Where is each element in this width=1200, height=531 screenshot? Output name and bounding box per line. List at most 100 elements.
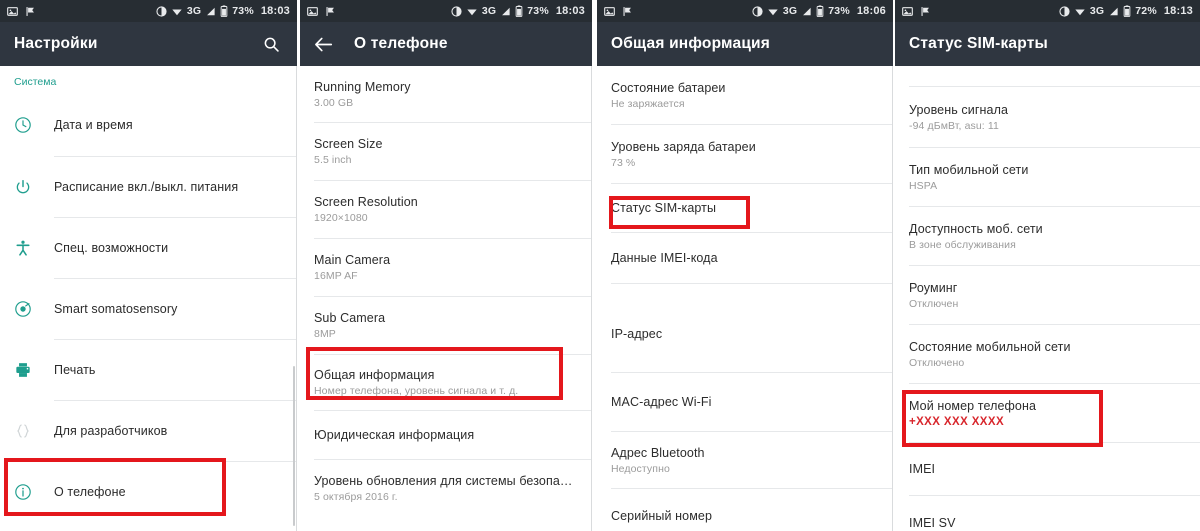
sidebar-item-label: Smart somatosensory xyxy=(54,302,178,316)
sim-status-list[interactable]: Уровень сигнала -94 дБмВт, asu: 11 Тип м… xyxy=(895,66,1200,531)
clock-label: 18:03 xyxy=(555,5,585,17)
item-title: Доступность моб. сети xyxy=(909,221,1043,236)
list-item[interactable]: IMEI SV xyxy=(895,496,1200,531)
network-type-label: 3G xyxy=(782,5,798,17)
panel-general-info: 3G 73% 18:06 Общая информация Состояние … xyxy=(597,0,893,531)
list-item[interactable]: Screen Size 5.5 inch xyxy=(300,123,592,180)
list-item[interactable]: Адрес Bluetooth Недоступно xyxy=(597,432,893,488)
list-item-general-info[interactable]: Общая информация Номер телефона, уровень… xyxy=(300,355,592,410)
item-title: Sub Camera xyxy=(314,311,386,325)
list-item[interactable]: Уровень обновления для системы безопа… 5… xyxy=(300,460,592,516)
sidebar-item-smart-somatosensory[interactable]: Smart somatosensory xyxy=(0,279,297,339)
network-type-label: 3G xyxy=(186,5,202,17)
list-item[interactable]: Состояние батареи Не заряжается xyxy=(597,66,893,124)
list-item[interactable]: Данные IMEI-кода xyxy=(597,233,893,283)
sidebar-item-print[interactable]: Печать xyxy=(0,340,297,400)
screenshot-root: 3G 73% 18:03 Настройки Система Дата и вр… xyxy=(0,0,1200,531)
signal-bars-icon xyxy=(205,6,216,17)
clock-label: 18:13 xyxy=(1163,5,1193,17)
general-info-list[interactable]: Состояние батареи Не заряжается Уровень … xyxy=(597,66,893,531)
do-not-disturb-icon xyxy=(156,5,167,17)
item-title: Юридическая информация xyxy=(314,428,475,442)
page-title: Статус SIM-карты xyxy=(909,35,1048,52)
battery-percent-label: 73% xyxy=(828,5,850,17)
panel-sim-status: 3G 72% 18:13 Статус SIM-карты Уровень си… xyxy=(895,0,1200,531)
list-item[interactable]: MAC-адрес Wi-Fi xyxy=(597,373,893,431)
sidebar-item-label: Расписание вкл./выкл. питания xyxy=(54,180,239,194)
item-subtitle: 5.5 inch xyxy=(314,154,352,166)
wifi-icon xyxy=(1074,6,1086,17)
item-title: IP-адрес xyxy=(611,327,663,341)
list-item[interactable]: Уровень заряда батареи 73 % xyxy=(597,125,893,183)
sidebar-item-label: Дата и время xyxy=(54,118,133,132)
sidebar-item-label: Для разработчиков xyxy=(54,424,168,438)
item-title: Running Memory xyxy=(314,79,411,94)
braces-icon xyxy=(14,422,54,440)
item-title: Мой номер телефона xyxy=(909,398,1037,413)
list-item-my-phone-number[interactable]: Мой номер телефона +XXX XXX XXXX xyxy=(895,384,1200,442)
item-subtitle: 8MP xyxy=(314,328,336,340)
list-item[interactable]: Screen Resolution 1920×1080 xyxy=(300,181,592,238)
list-item[interactable]: Серийный номер xyxy=(597,489,893,529)
item-title: Серийный номер xyxy=(611,509,712,523)
list-item[interactable]: Состояние мобильной сети Отключено xyxy=(895,325,1200,383)
item-subtitle: В зоне обслуживания xyxy=(909,238,1016,251)
section-header-system: Система xyxy=(14,76,57,88)
list-item[interactable]: Main Camera 16MP AF xyxy=(300,239,592,296)
app-bar: Статус SIM-карты xyxy=(895,22,1200,66)
app-bar: Настройки xyxy=(0,22,297,66)
item-title: Общая информация xyxy=(314,368,435,382)
item-title: IMEI xyxy=(909,462,936,476)
about-phone-list[interactable]: Running Memory 3.00 GB Screen Size 5.5 i… xyxy=(300,66,592,531)
list-item[interactable]: Running Memory 3.00 GB xyxy=(300,66,592,122)
flag-notification-icon xyxy=(25,6,36,17)
status-bar-indicators: 3G 73% 18:06 xyxy=(752,5,886,17)
list-item[interactable]: Роуминг Отключен xyxy=(895,266,1200,324)
panel-settings: 3G 73% 18:03 Настройки Система Дата и вр… xyxy=(0,0,297,531)
list-item[interactable]: IP-адрес xyxy=(597,284,893,372)
item-title: Уровень обновления для системы безопа… xyxy=(314,473,573,488)
item-title: Адрес Bluetooth xyxy=(611,445,705,460)
page-title: Общая информация xyxy=(611,35,771,52)
network-type-label: 3G xyxy=(481,5,497,17)
list-item[interactable]: Тип мобильной сети HSPA xyxy=(895,148,1200,206)
item-subtitle: HSPA xyxy=(909,179,938,192)
item-title: Тип мобильной сети xyxy=(909,162,1029,177)
item-subtitle: 1920×1080 xyxy=(314,212,368,224)
sidebar-item-accessibility[interactable]: Спец. возможности xyxy=(0,218,297,278)
list-item[interactable]: Доступность моб. сети В зоне обслуживани… xyxy=(895,207,1200,265)
item-subtitle: 3.00 GB xyxy=(314,96,354,109)
list-item[interactable]: IMEI xyxy=(895,443,1200,495)
image-notification-icon xyxy=(7,6,18,17)
list-item[interactable]: Sub Camera 8MP xyxy=(300,297,592,354)
status-bar: 3G 72% 18:13 xyxy=(895,0,1200,22)
status-bar: 3G 73% 18:03 xyxy=(300,0,592,22)
accessibility-icon xyxy=(14,239,54,257)
signal-bars-icon xyxy=(801,6,812,17)
wifi-icon xyxy=(466,6,478,17)
list-item[interactable]: Юридическая информация xyxy=(300,411,592,459)
item-title: Статус SIM-карты xyxy=(611,201,717,215)
item-title: MAC-адрес Wi-Fi xyxy=(611,395,712,409)
status-bar: 3G 73% 18:03 xyxy=(0,0,297,22)
sidebar-item-developer-options[interactable]: Для разработчиков xyxy=(0,401,297,461)
do-not-disturb-icon xyxy=(1059,5,1070,17)
signal-bars-icon xyxy=(500,6,511,17)
list-item[interactable]: Уровень сигнала -94 дБмВт, asu: 11 xyxy=(895,87,1200,147)
printer-icon xyxy=(14,361,54,379)
scrollbar-thumb[interactable] xyxy=(293,366,295,526)
back-arrow-icon[interactable] xyxy=(314,36,340,53)
settings-list[interactable]: Система Дата и время Расписание вкл./вык… xyxy=(0,66,297,531)
flag-notification-icon xyxy=(920,6,931,17)
sidebar-item-about-phone[interactable]: О телефоне xyxy=(0,462,297,522)
status-bar-indicators: 3G 73% 18:03 xyxy=(451,5,585,17)
item-title: Состояние мобильной сети xyxy=(909,339,1071,354)
item-title: Уровень сигнала xyxy=(909,102,1009,117)
list-item-sim-status[interactable]: Статус SIM-карты xyxy=(597,184,893,232)
clock-label: 18:03 xyxy=(260,5,290,17)
search-icon[interactable] xyxy=(259,36,283,53)
battery-icon xyxy=(515,5,523,17)
sidebar-item-power-schedule[interactable]: Расписание вкл./выкл. питания xyxy=(0,157,297,217)
sidebar-item-date-time[interactable]: Дата и время xyxy=(0,94,297,156)
clock-label: 18:06 xyxy=(856,5,886,17)
